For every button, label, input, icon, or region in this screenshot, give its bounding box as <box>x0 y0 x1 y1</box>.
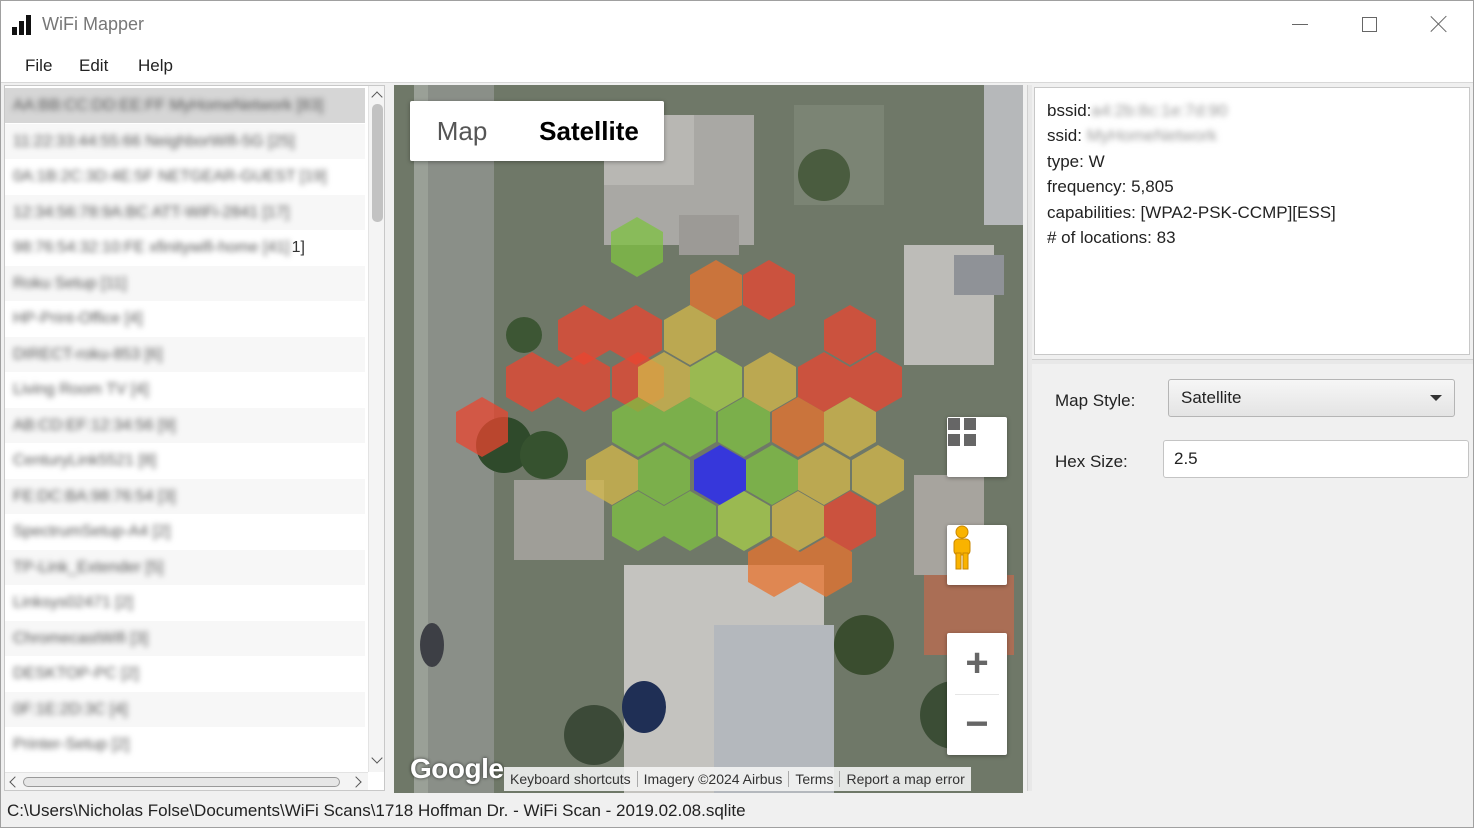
locations-line: # of locations: 83 <box>1047 228 1176 248</box>
list-item[interactable]: AB:CD:EF:12:34:56 [9] <box>5 407 365 443</box>
pegman-icon <box>953 525 971 570</box>
list-item-label: SpectrumSetup-A4 [2] <box>13 523 171 540</box>
layers-button[interactable] <box>947 417 1007 477</box>
list-item-label: ChromecastWifi [3] <box>13 629 149 647</box>
report-error-link[interactable]: Report a map error <box>840 771 970 787</box>
scroll-up-icon[interactable] <box>371 91 383 103</box>
maximize-icon <box>1361 16 1377 32</box>
menu-help[interactable]: Help <box>138 56 173 76</box>
horizontal-splitter[interactable] <box>1032 359 1473 364</box>
menu-bar: File Edit Help <box>1 47 1473 83</box>
list-item[interactable]: 11:22:33:44:55:66 NeighborWifi-5G [25] <box>5 123 365 159</box>
list-item[interactable]: 98:76:54:32:10:FE xfinitywifi-home [41] 1… <box>5 230 365 265</box>
menu-edit[interactable]: Edit <box>79 56 108 76</box>
list-item[interactable]: DIRECT-roku-853 [6] <box>5 336 365 372</box>
list-item[interactable]: Living Room TV [4] <box>5 372 365 407</box>
map-style-value: Satellite <box>1181 388 1242 407</box>
network-list[interactable]: AA:BB:CC:DD:EE:FF MyHomeNetwork [83] 11:2… <box>4 85 385 791</box>
list-item-label: CenturyLink5521 [8] <box>13 452 157 469</box>
map-type-satellite-button[interactable]: Satellite <box>514 101 664 161</box>
list-item-label: Living Room TV [4] <box>13 381 149 398</box>
horizontal-scroll-thumb[interactable] <box>23 777 340 787</box>
list-item[interactable]: AA:BB:CC:DD:EE:FF MyHomeNetwork [83] <box>5 88 365 123</box>
list-item[interactable]: Printer-Setup [2] <box>5 727 365 762</box>
list-item-label: HP-Print-Office [4] <box>13 310 143 327</box>
zoom-out-button[interactable]: − <box>947 695 1007 755</box>
capabilities-line: capabilities: [WPA2-PSK-CCMP][ESS] <box>1047 202 1336 222</box>
app-window: WiFi Mapper File Edit Help AA:BB:CC:DD:E… <box>0 0 1474 828</box>
minimize-button[interactable] <box>1265 1 1335 47</box>
street-view-button[interactable] <box>947 525 1007 585</box>
hex-size-label: Hex Size: <box>1055 452 1128 471</box>
layers-icon <box>948 418 976 446</box>
list-item-label: 0F:1E:2D:3C [4] <box>13 700 128 718</box>
list-item[interactable]: SpectrumSetup-A4 [2] <box>5 514 365 549</box>
close-button[interactable] <box>1404 1 1474 47</box>
status-bar-path: C:\Users\Nicholas Folse\Documents\WiFi S… <box>7 801 746 820</box>
bssid-line: bssid:a4:2b:8c:1e:7d:90 <box>1047 98 1457 123</box>
list-item-label: Roku Setup [11] <box>13 274 127 292</box>
ssid-value: MyHomeNetwork <box>1086 126 1218 146</box>
list-item[interactable]: 12:34:56:78:9A:BC ATT-WiFi-2841 [17] <box>5 194 365 230</box>
satellite-imagery <box>394 85 1023 793</box>
google-logo[interactable]: Google <box>410 753 504 785</box>
list-item-label: AB:CD:EF:12:34:56 [9] <box>13 416 176 434</box>
list-item[interactable]: Linksys02471 [2] <box>5 585 365 620</box>
menu-file[interactable]: File <box>25 56 52 76</box>
scroll-right-icon[interactable] <box>350 776 362 788</box>
terms-link[interactable]: Terms <box>789 771 841 787</box>
type-line: type: W <box>1047 151 1105 171</box>
scroll-down-icon[interactable] <box>371 752 383 764</box>
maximize-button[interactable] <box>1334 1 1404 47</box>
close-icon <box>1430 15 1448 33</box>
list-item-count: 1] <box>291 239 305 256</box>
map-style-select[interactable]: Satellite <box>1168 379 1455 417</box>
imagery-credit: Imagery ©2024 Airbus <box>638 771 790 787</box>
list-item[interactable]: ChromecastWifi [3] <box>5 620 365 656</box>
list-item[interactable]: FE:DC:BA:98:76:54 [3] <box>5 478 365 514</box>
minimize-icon <box>1292 23 1308 25</box>
list-item[interactable]: CenturyLink5521 [8] <box>5 443 365 478</box>
vertical-scrollbar[interactable] <box>368 86 384 772</box>
list-item[interactable]: 0A:1B:2C:3D:4E:5F NETGEAR-GUEST [19] <box>5 159 365 194</box>
ssid-line: ssid: MyHomeNetwork <box>1047 123 1457 148</box>
vertical-splitter[interactable] <box>1027 85 1032 791</box>
keyboard-shortcuts-link[interactable]: Keyboard shortcuts <box>504 771 638 787</box>
title-bar[interactable]: WiFi Mapper <box>1 1 1473 47</box>
hex-size-input[interactable]: 2.5 <box>1163 440 1469 478</box>
map-view[interactable]: Map Satellite + − Google Keyboard shortc… <box>394 85 1023 793</box>
bssid-value: a4:2b:8c:1e:7d:90 <box>1091 101 1228 120</box>
settings-panel: Map Style: Satellite Hex Size: 2.5 <box>1034 367 1472 791</box>
signal-bars-icon <box>12 11 38 35</box>
list-item[interactable]: 0F:1E:2D:3C [4] <box>5 691 365 727</box>
scroll-left-icon[interactable] <box>9 776 21 788</box>
list-item-label: 12:34:56:78:9A:BC ATT-WiFi-2841 [17] <box>13 203 290 221</box>
zoom-control: + − <box>947 633 1007 755</box>
list-item[interactable]: TP-Link_Extender [5] <box>5 549 365 585</box>
list-item[interactable]: Roku Setup [11] <box>5 265 365 301</box>
frequency-line: frequency: 5,805 <box>1047 177 1174 197</box>
vertical-scroll-thumb[interactable] <box>372 104 383 222</box>
list-item-label: FE:DC:BA:98:76:54 [3] <box>13 487 176 505</box>
chevron-down-icon <box>1430 395 1442 401</box>
list-item-label: DESKTOP-PC [2] <box>13 665 139 682</box>
list-item-label: AA:BB:CC:DD:EE:FF MyHomeNetwork [83] <box>13 97 324 114</box>
map-attribution: Keyboard shortcuts Imagery ©2024 Airbus … <box>504 767 971 791</box>
map-style-label: Map Style: <box>1055 391 1136 410</box>
list-item-label: Linksys02471 [2] <box>13 594 134 611</box>
list-item-label: Printer-Setup [2] <box>13 736 130 753</box>
horizontal-scrollbar[interactable] <box>5 772 368 790</box>
zoom-in-button[interactable]: + <box>947 634 1007 694</box>
map-type-control: Map Satellite <box>410 101 664 161</box>
list-item-label: 11:22:33:44:55:66 NeighborWifi-5G [25] <box>13 132 295 150</box>
map-type-map-button[interactable]: Map <box>410 101 514 161</box>
list-item-label: DIRECT-roku-853 [6] <box>13 345 163 363</box>
window-title: WiFi Mapper <box>42 14 145 34</box>
list-item-label: 98:76:54:32:10:FE xfinitywifi-home [41] <box>13 239 290 256</box>
list-item-label: 0A:1B:2C:3D:4E:5F NETGEAR-GUEST [19] <box>13 168 327 185</box>
list-item-label: TP-Link_Extender [5] <box>13 558 164 576</box>
list-item[interactable]: DESKTOP-PC [2] <box>5 656 365 691</box>
network-details: bssid:a4:2b:8c:1e:7d:90 ssid: MyHomeNetw… <box>1034 87 1470 355</box>
list-item[interactable]: HP-Print-Office [4] <box>5 301 365 336</box>
